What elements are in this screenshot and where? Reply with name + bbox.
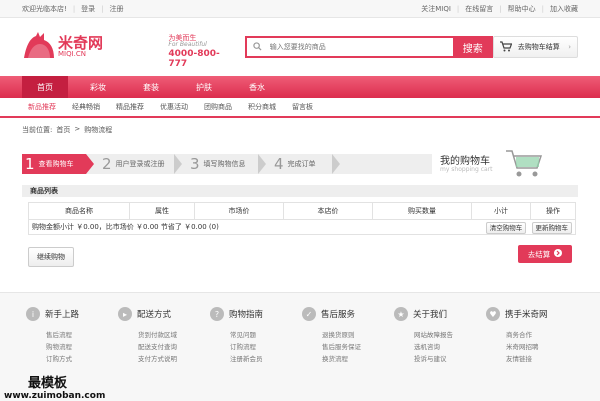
footer-link[interactable]: 投诉与建议 <box>414 353 486 365</box>
follow-link[interactable]: 关注MIQI <box>421 4 451 14</box>
nav-item-perfume[interactable]: 香水 <box>234 76 280 98</box>
subnav-item-new[interactable]: 新品推荐 <box>28 102 56 112</box>
col-shop-price: 本店价 <box>283 202 373 220</box>
guide-icon: ? <box>210 307 224 321</box>
continue-shopping-button[interactable]: 继续购物 <box>28 247 74 267</box>
sub-nav: 新品推荐 经典畅销 精品推荐 优惠活动 团购商品 积分商城 留言板 <box>0 98 600 118</box>
footer-link[interactable]: 支付方式说明 <box>138 353 210 365</box>
footer-link[interactable]: 订购方式 <box>46 353 118 365</box>
arrow-circle-icon <box>554 249 563 259</box>
breadcrumb: 当前位置: 首页 > 购物流程 <box>22 125 113 135</box>
footer-link[interactable]: 售后服务保证 <box>322 341 394 353</box>
search-icon <box>253 41 262 53</box>
product-list-header: 商品列表 <box>22 185 578 197</box>
nav-item-skincare[interactable]: 护肤 <box>181 76 227 98</box>
footer-link[interactable]: 订购流程 <box>230 341 302 353</box>
help-link[interactable]: 帮助中心 <box>508 4 536 14</box>
footer-link[interactable]: 购物流程 <box>46 341 118 353</box>
my-cart-title: 我的购物车 my shopping cart <box>440 156 493 173</box>
top-bar: 欢迎光临本店! | 登录 | 注册 关注MIQI | 在线留言 | 帮助中心 |… <box>0 0 600 18</box>
main-nav: 首页 彩妆 套装 护肤 香水 <box>0 76 600 98</box>
step-1: 1 查看购物车 <box>22 154 86 174</box>
cat-logo-icon <box>22 32 74 62</box>
nav-item-makeup[interactable]: 彩妆 <box>75 76 121 98</box>
cart-icon <box>499 40 513 54</box>
search-button[interactable]: 搜索 <box>452 36 493 58</box>
col-subtotal: 小计 <box>471 202 531 220</box>
subnav-item-guestbook[interactable]: 留言板 <box>292 102 313 112</box>
handshake-icon: ♥ <box>486 307 500 321</box>
truck-icon: ▸ <box>118 307 132 321</box>
step-2: 2 用户登录或注册 <box>102 155 165 173</box>
slogan-en: For Beautiful <box>168 41 207 49</box>
step-3: 3 填写购物信息 <box>190 155 246 173</box>
watermark: 最模板 www.zuimoban.com <box>4 372 105 401</box>
col-action: 操作 <box>530 202 576 220</box>
footer-link[interactable]: 换货流程 <box>322 353 394 365</box>
footer-link[interactable]: 网站故障报告 <box>414 329 486 341</box>
summary-row: 购物金额小计 ￥0.00，比市场价 ￥0.00 节省了 ￥0.00 (0) 清空… <box>28 219 576 235</box>
col-name: 商品名称 <box>28 202 130 220</box>
checkout-button[interactable]: 去结算 <box>518 245 572 263</box>
footer-link[interactable]: 商务合作 <box>506 329 578 341</box>
site-header: 米奇网 MIQI.CN 为美而生 For Beautiful 4000-800-… <box>0 18 600 76</box>
nav-item-home[interactable]: 首页 <box>22 76 68 98</box>
footer-col-service: ✓ 售后服务 退换货原则 售后服务保证 换货流程 <box>302 293 394 365</box>
footer-link[interactable]: 售后流程 <box>46 329 118 341</box>
about-icon: ★ <box>394 307 408 321</box>
watermark-cn: 最模板 <box>28 376 68 391</box>
login-link[interactable]: 登录 <box>81 4 95 14</box>
subnav-item-featured[interactable]: 精品推荐 <box>116 102 144 112</box>
table-header-row: 商品名称 属性 市场价 本店价 购买数量 小计 操作 <box>28 202 576 220</box>
footer-link[interactable]: 货到付款区域 <box>138 329 210 341</box>
checkout-steps: 1 查看购物车 2 用户登录或注册 3 填写购物信息 4 完成订单 我的购物车 … <box>22 150 578 177</box>
product-table: 商品名称 属性 市场价 本店价 购买数量 小计 操作 购物金额小计 ￥0.00，… <box>28 202 576 235</box>
breadcrumb-home[interactable]: 首页 <box>56 125 70 135</box>
cart-summary: 购物金额小计 ￥0.00，比市场价 ￥0.00 节省了 ￥0.00 (0) <box>32 223 219 231</box>
footer-link[interactable]: 退换货原则 <box>322 329 394 341</box>
welcome-text: 欢迎光临本店! <box>22 4 67 13</box>
col-market-price: 市场价 <box>194 202 284 220</box>
footer-link[interactable]: 配送支付查询 <box>138 341 210 353</box>
update-cart-button[interactable]: 更新购物车 <box>531 222 572 234</box>
slogan: 为美而生 For Beautiful 4000-800-777 <box>168 34 230 70</box>
info-icon: i <box>26 307 40 321</box>
subnav-item-points[interactable]: 积分商城 <box>248 102 276 112</box>
subnav-item-bestseller[interactable]: 经典畅销 <box>72 102 100 112</box>
col-quantity: 购买数量 <box>372 202 472 220</box>
favorite-link[interactable]: 加入收藏 <box>550 4 578 14</box>
subnav-item-promotion[interactable]: 优惠活动 <box>160 102 188 112</box>
nav-item-sets[interactable]: 套装 <box>128 76 174 98</box>
cart-button-label: 去购物车结算 <box>517 43 560 51</box>
register-link[interactable]: 注册 <box>110 4 124 14</box>
footer-link[interactable]: 选机咨询 <box>414 341 486 353</box>
footer-link[interactable]: 米奇网招聘 <box>506 341 578 353</box>
footer-col-guide: ? 购物指南 常见问题 订购流程 注册新会员 <box>210 293 302 365</box>
go-to-cart-button[interactable]: 去购物车结算 › <box>492 36 578 58</box>
service-icon: ✓ <box>302 307 316 321</box>
subnav-item-groupbuy[interactable]: 团购商品 <box>204 102 232 112</box>
col-attr: 属性 <box>129 202 195 220</box>
footer: i 新手上路 售后流程 购物流程 订购方式 ▸ 配送方式 货到付款区域 配送支付查询… <box>0 292 600 401</box>
breadcrumb-current: 购物流程 <box>84 126 113 134</box>
footer-col-partner: ♥ 携手米奇网 商务合作 米奇网招聘 友情链接 <box>486 293 578 365</box>
search-bar: 搜索 <box>244 36 493 58</box>
footer-link[interactable]: 常见问题 <box>230 329 302 341</box>
logo[interactable]: 米奇网 MIQI.CN <box>22 32 164 62</box>
footer-col-about: ★ 关于我们 网站故障报告 选机咨询 投诉与建议 <box>394 293 486 365</box>
footer-col-delivery: ▸ 配送方式 货到付款区域 配送支付查询 支付方式说明 <box>118 293 210 365</box>
chevron-right-icon: › <box>568 43 571 51</box>
search-input[interactable] <box>267 42 442 52</box>
footer-link[interactable]: 友情链接 <box>506 353 578 365</box>
message-link[interactable]: 在线留言 <box>465 4 493 14</box>
footer-link[interactable]: 注册新会员 <box>230 353 302 365</box>
shopping-cart-icon <box>504 148 544 182</box>
step-4: 4 完成订单 <box>274 155 316 173</box>
footer-col-newbie: i 新手上路 售后流程 购物流程 订购方式 <box>26 293 118 365</box>
clear-cart-button[interactable]: 清空购物车 <box>485 222 527 234</box>
hotline: 4000-800-777 <box>168 49 220 70</box>
